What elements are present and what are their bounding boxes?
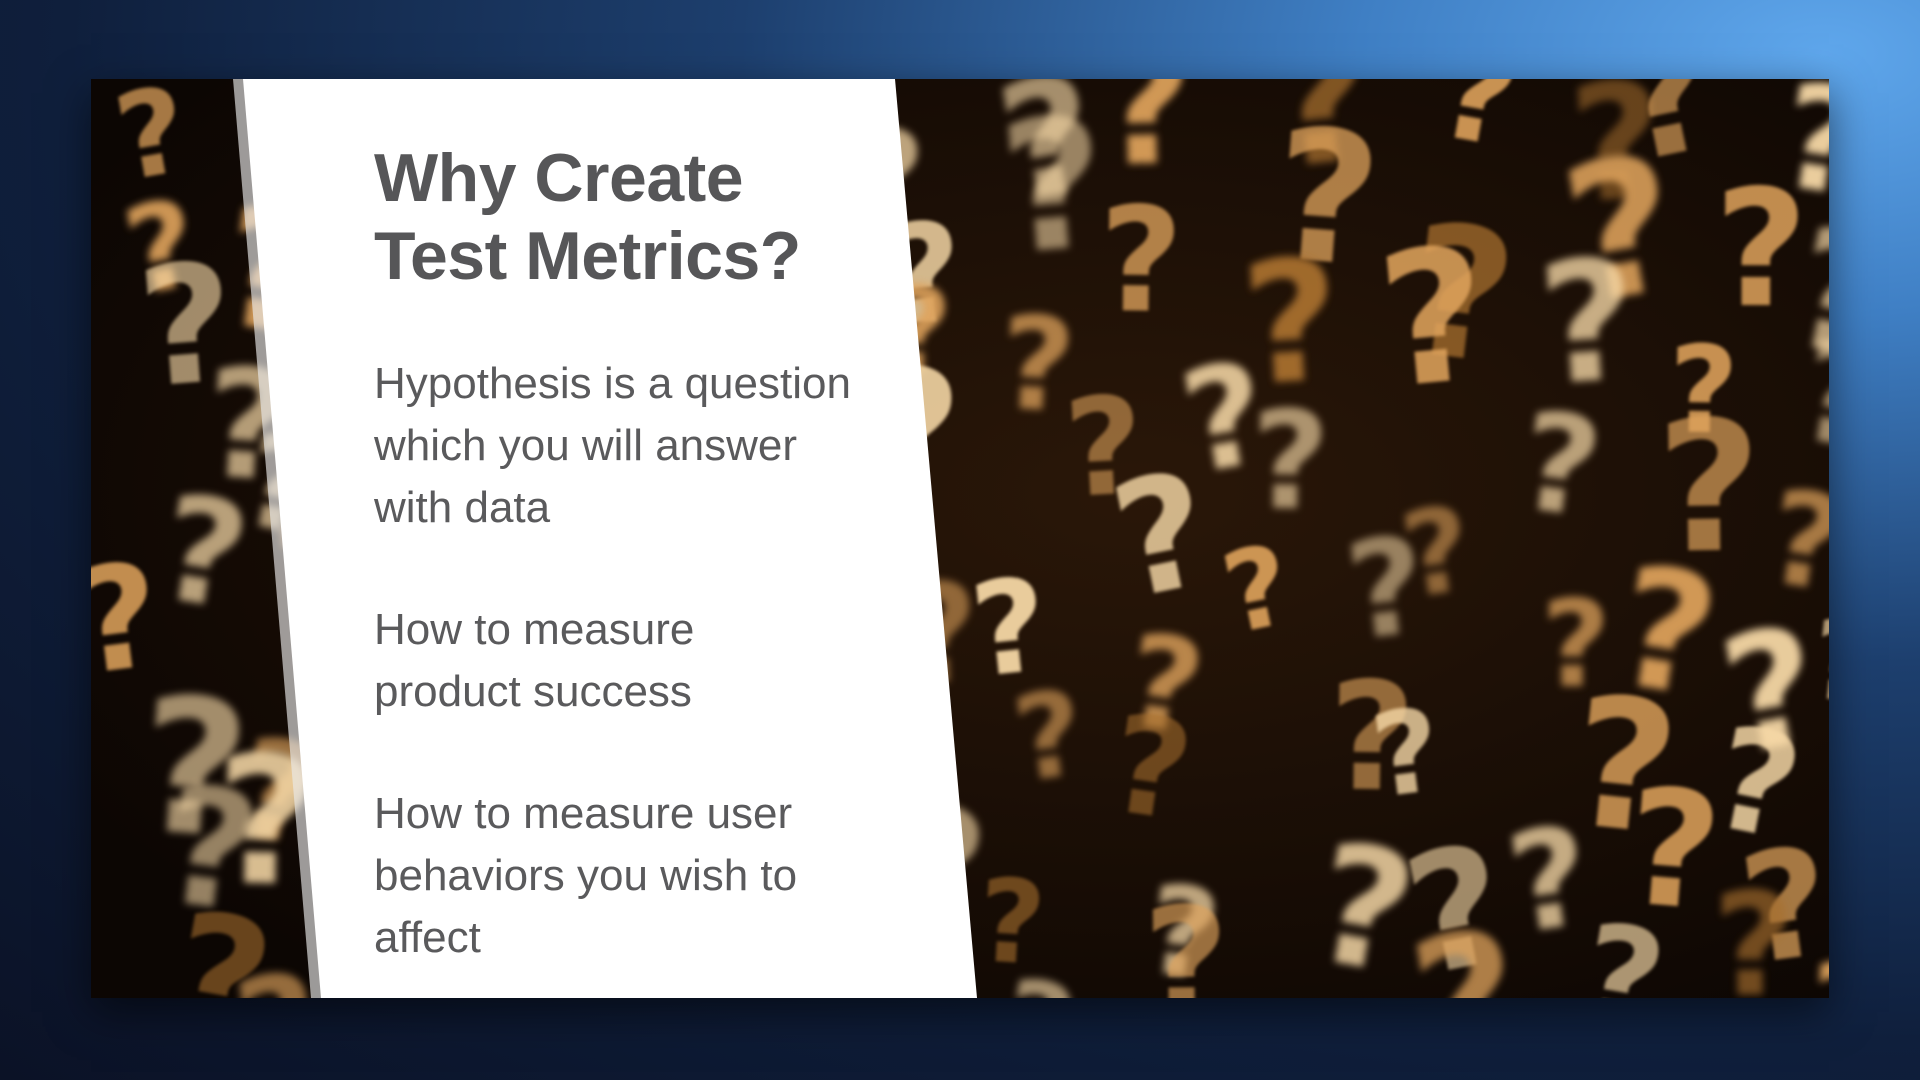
slide-content: Why Create Test Metrics? Hypothesis is a…	[374, 139, 1014, 969]
bullet-hypothesis: Hypothesis is a question which you will …	[374, 359, 851, 532]
slide-title: Why Create Test Metrics?	[374, 140, 801, 294]
bullet-user-behaviors: How to measure user behaviors you wish t…	[374, 789, 798, 962]
slide-frame: ????????????????????????????????????????…	[91, 79, 1829, 998]
bullet-product-success: How to measure product success	[374, 605, 695, 716]
